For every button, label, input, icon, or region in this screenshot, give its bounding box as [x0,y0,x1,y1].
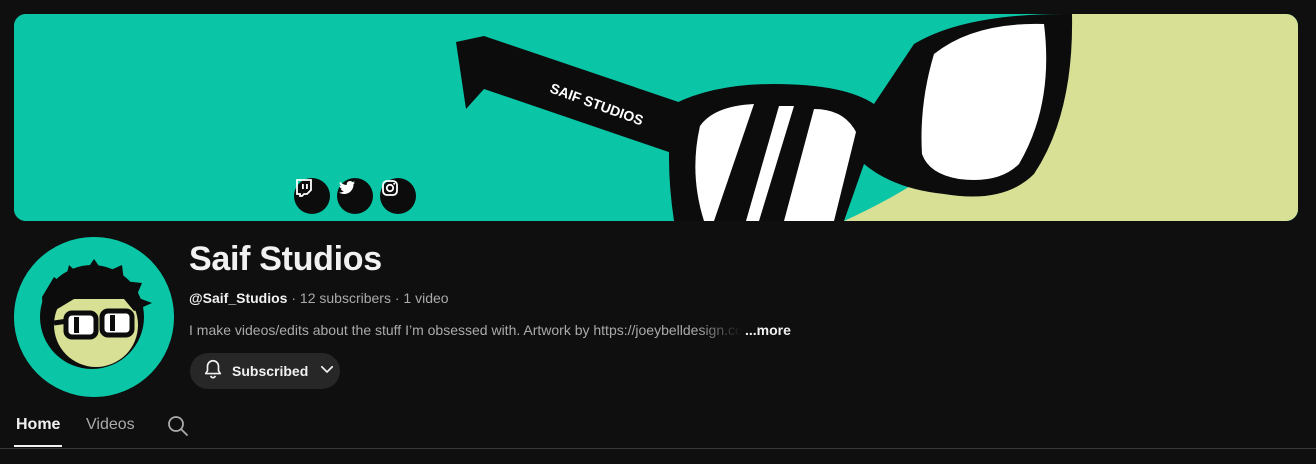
channel-banner: SAIF STUDIOS [14,14,1298,221]
banner-artwork: SAIF STUDIOS [14,14,1298,221]
channel-description[interactable]: I make videos/edits about the stuff I’m … [189,322,791,338]
video-count: 1 video [403,290,449,306]
twitch-icon[interactable] [294,178,330,214]
avatar-artwork [14,237,174,397]
channel-meta: @Saif_Studios · 12 subscribers · 1 video [189,290,449,306]
subscriber-count: 12 subscribers [299,290,391,306]
channel-avatar[interactable] [14,237,174,397]
description-text: I make videos/edits about the stuff I’m … [189,322,742,338]
meta-separator: · [390,290,404,306]
channel-tabs: Home Videos [0,400,1316,449]
channel-name: Saif Studios [189,240,382,278]
more-link[interactable]: ...more [745,322,791,338]
subscribed-label: Subscribed [232,363,309,379]
active-tab-indicator [14,445,62,447]
instagram-icon[interactable] [380,178,416,214]
meta-separator: · [287,290,300,306]
subscribed-button[interactable]: Subscribed [190,353,340,389]
search-icon[interactable] [166,414,190,443]
bell-icon [202,358,224,385]
channel-handle: @Saif_Studios [189,290,288,306]
tab-videos[interactable]: Videos [86,416,135,434]
twitter-icon[interactable] [337,178,373,214]
tab-home[interactable]: Home [16,416,60,434]
chevron-down-icon [318,360,336,383]
